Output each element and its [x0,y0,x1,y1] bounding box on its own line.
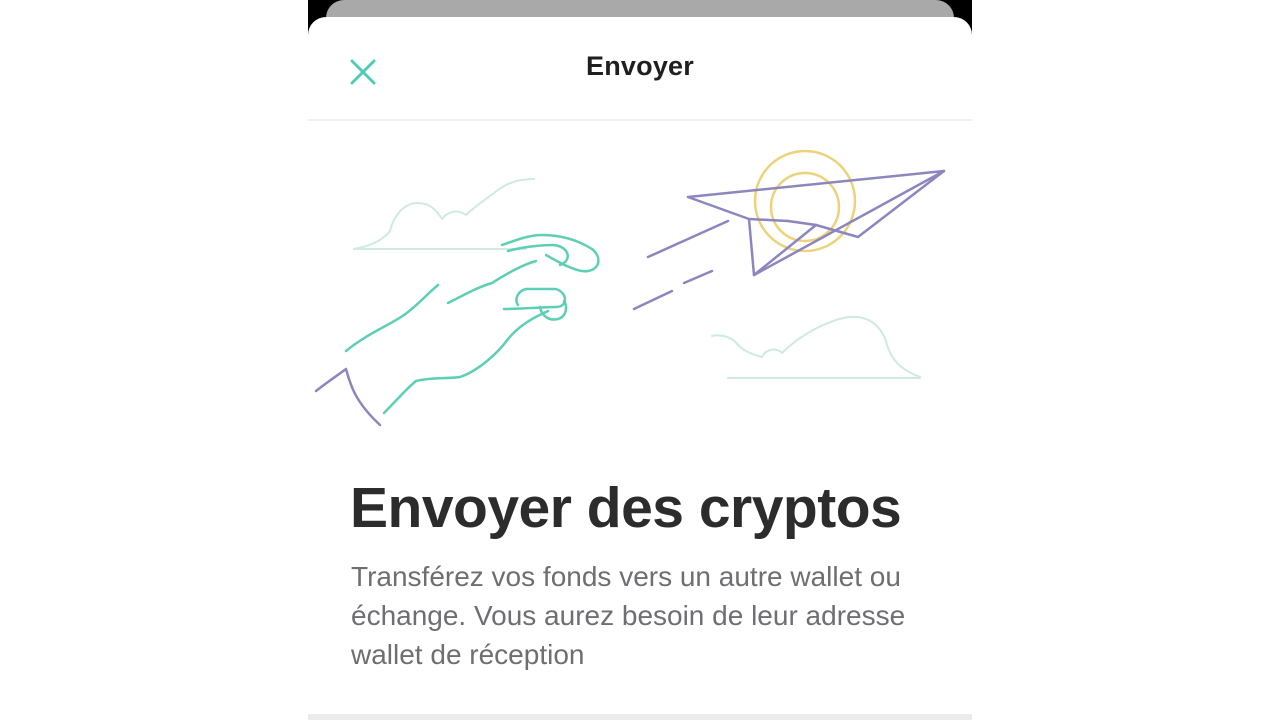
send-crypto-illustration [314,149,946,427]
cloud-left-icon [353,178,535,250]
modal-title: Envoyer [586,51,694,81]
coin-icon [753,149,857,253]
page-description: Transférez vos fonds vers un autre walle… [351,561,906,670]
hand-icon [344,233,600,415]
bottom-divider [308,714,972,720]
send-modal-sheet: Envoyer Envoyer des cryptos Transférez v… [308,17,972,720]
modal-header: Envoyer [308,17,972,121]
motion-lines-icon [632,219,730,311]
phone-frame: Envoyer Envoyer des cryptos Transférez v… [308,0,972,720]
cloud-right-icon [711,315,921,379]
page-headline: Envoyer des cryptos [350,476,902,540]
sleeve-icon [314,367,382,427]
screen: Envoyer Envoyer des cryptos Transférez v… [0,0,1280,720]
